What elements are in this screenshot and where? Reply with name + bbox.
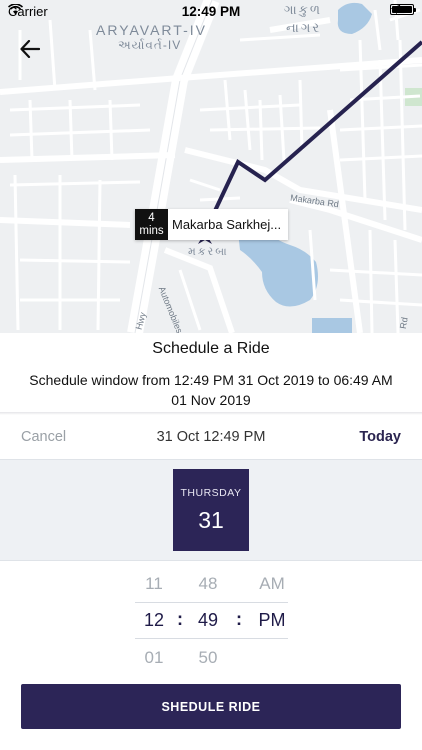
ampm-option-selected[interactable]: PM [242,602,302,639]
hour-option-selected[interactable]: 12 [124,602,184,639]
map-label-nagar: નાગર [286,20,322,35]
status-time: 12:49 PM [181,4,241,19]
map-label-aryavart: ARYAVART-IV [96,22,207,38]
eta-badge: 4 mins [135,209,168,240]
cancel-button[interactable]: Cancel [21,429,66,445]
map-view[interactable]: ARYAVART-IV અર્યાવર્ત-IV ગાકુળ નાગર મકરબ… [0,0,422,333]
schedule-ride-button[interactable]: SHEDULE RIDE [21,684,401,729]
hour-option[interactable]: 11 [124,565,184,602]
minute-option-selected[interactable]: 49 [178,602,238,639]
minute-wheel[interactable]: 48 49 50 [178,565,238,676]
ampm-wheel[interactable]: AM PM [242,565,302,639]
time-picker[interactable]: 11 12 01 : 48 49 50 : AM PM [0,565,422,675]
status-right [390,4,416,15]
eta-unit: mins [139,224,164,237]
picker-toolbar: 31 Oct 12:49 PM Cancel Today [0,418,422,455]
hour-option[interactable]: 01 [124,639,184,676]
day-number: 31 [198,507,224,533]
schedule-window-line-2: 01 Nov 2019 [171,392,251,408]
hour-wheel[interactable]: 11 12 01 [124,565,184,676]
destination-label: Makarba Sarkhej... [168,209,289,240]
map-label-aryavart-gujarati: અર્યાવર્ત-IV [118,38,182,52]
map-canvas [0,0,422,333]
date-strip[interactable]: THURSDAY 31 [0,459,422,561]
schedule-window-text: Schedule window from 12:49 PM 31 Oct 201… [10,370,412,410]
map-label-makarba: મકરબા [188,246,229,258]
eta-value: 4 [148,211,155,224]
arrow-left-icon [20,40,40,58]
sheet-title: Schedule a Ride [152,340,270,357]
day-card-selected[interactable]: THURSDAY 31 [173,469,249,551]
map-label-rd: Rd [397,316,410,330]
schedule-window-line-1: Schedule window from 12:49 PM 31 Oct 201… [29,372,393,388]
battery-icon [390,4,416,15]
minute-option[interactable]: 50 [178,639,238,676]
ampm-option[interactable]: AM [242,565,302,602]
divider [0,412,422,415]
status-bar: Carrier 12:49 PM [0,0,422,22]
back-button[interactable] [20,40,48,68]
today-button[interactable]: Today [359,429,401,445]
eta-callout: 4 mins Makarba Sarkhej... [135,209,289,240]
schedule-sheet: Schedule a Ride Schedule window from 12:… [0,333,422,750]
day-name: THURSDAY [180,487,242,499]
minute-option[interactable]: 48 [178,565,238,602]
